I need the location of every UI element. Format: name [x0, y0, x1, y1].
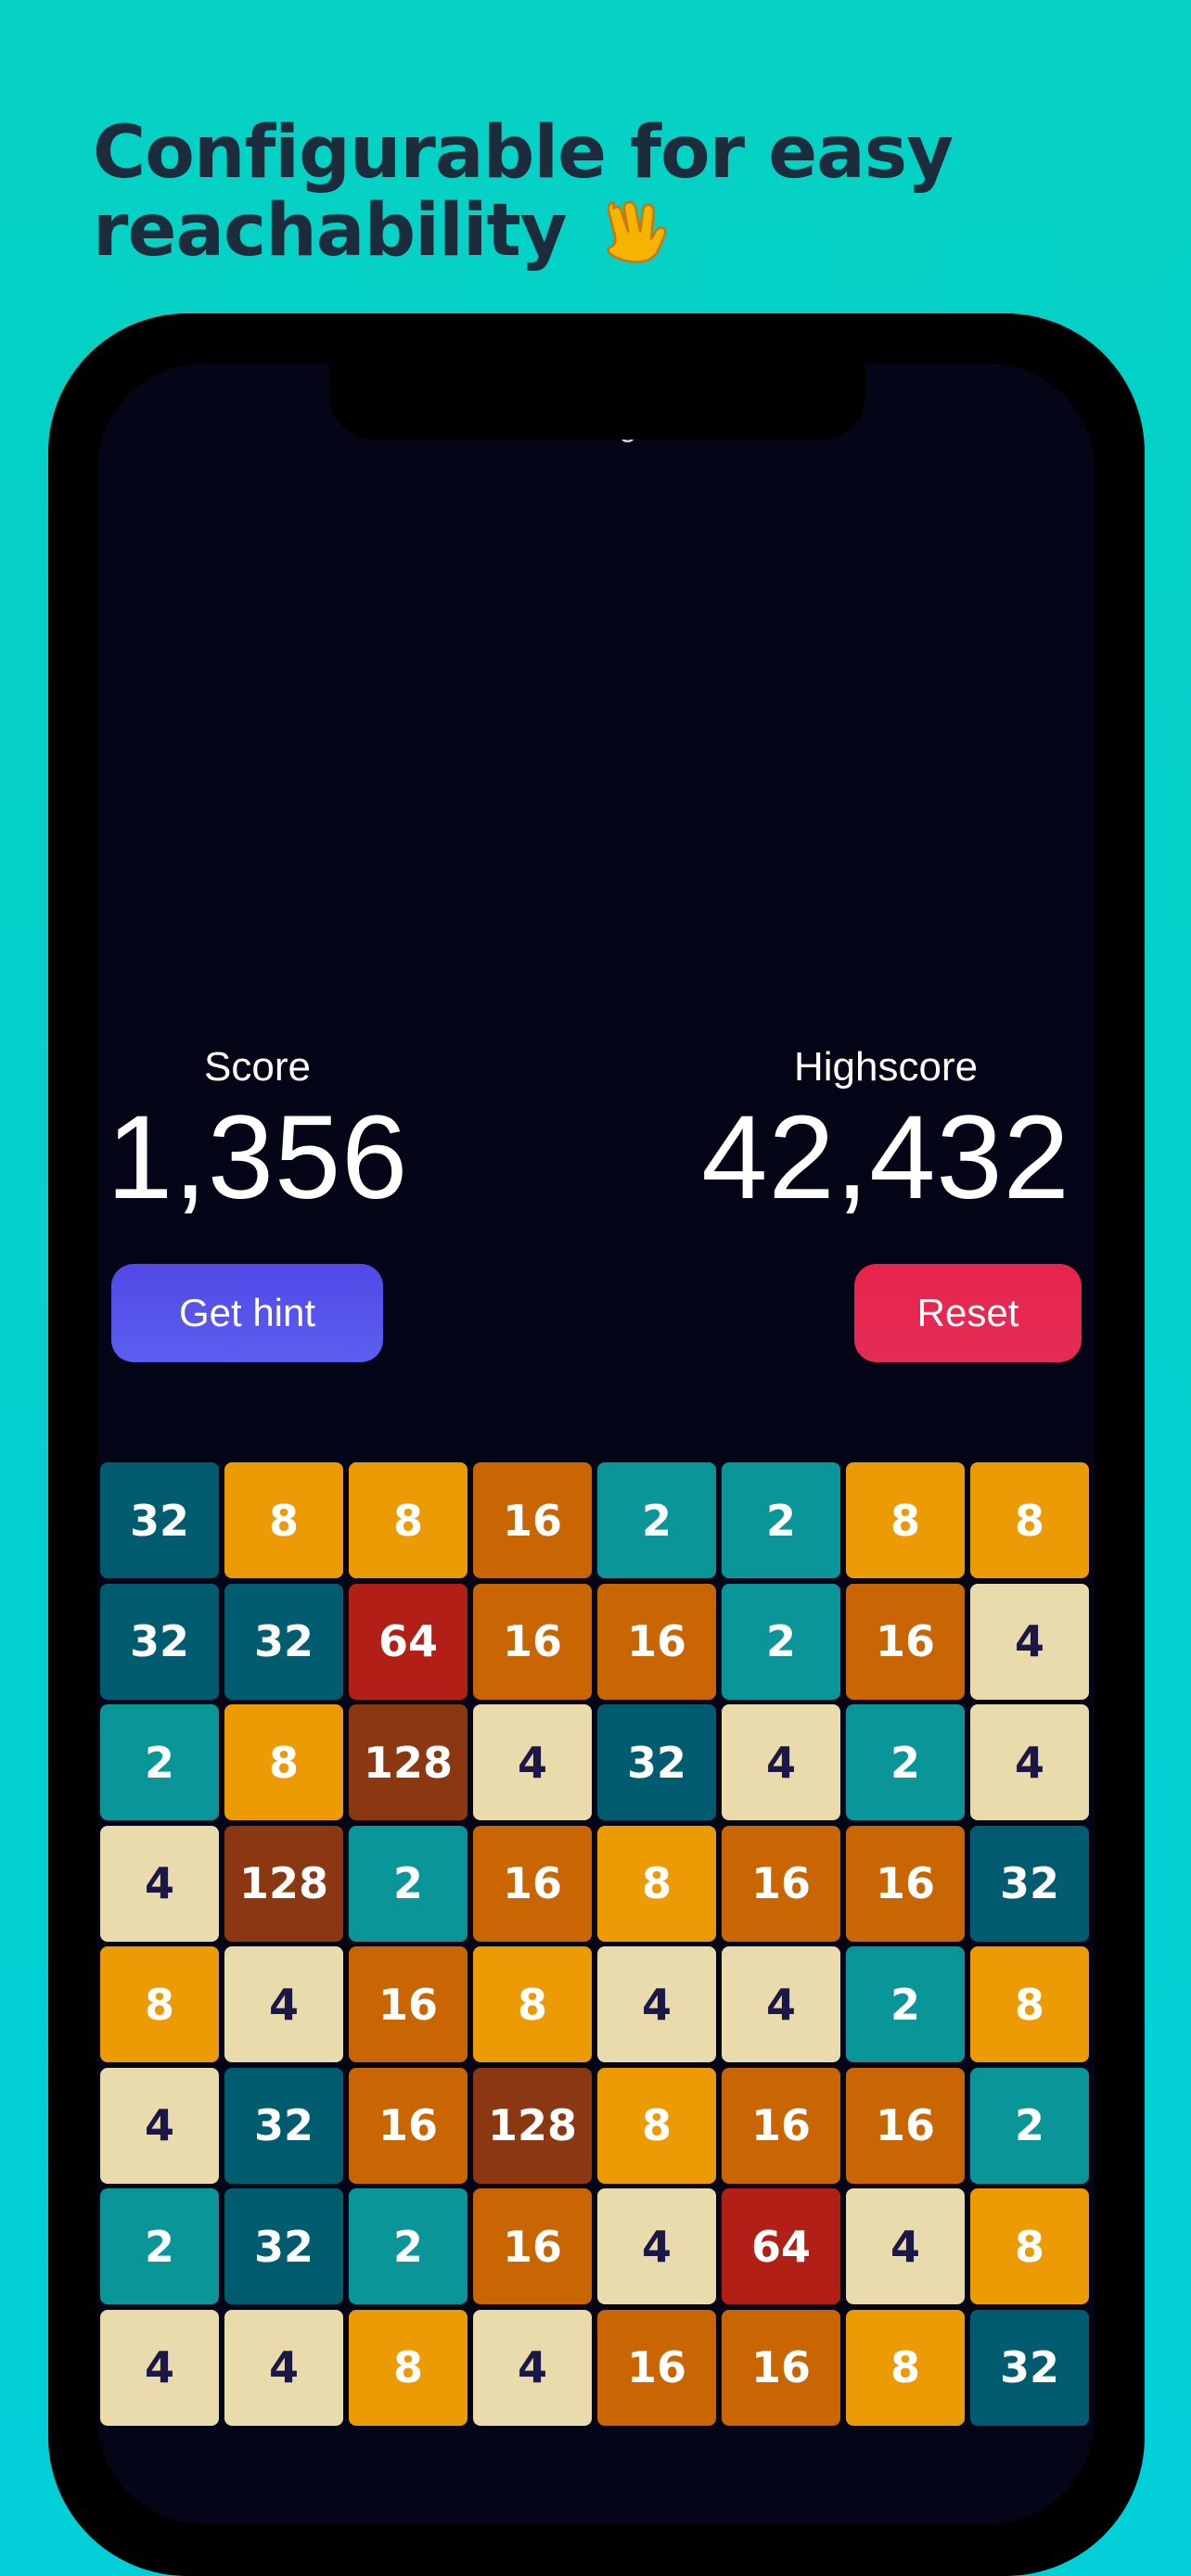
highscore-label: Highscore [793, 1044, 979, 1090]
tile-r3-c7: 2 [846, 1704, 965, 1820]
tile-r2-c6: 2 [722, 1583, 840, 1700]
tile-r4-c2: 128 [224, 1825, 343, 1942]
tile-r3-c5: 32 [597, 1704, 716, 1820]
tile-r6-c6: 16 [722, 2067, 840, 2184]
headline-line-1: Configurable for easy [93, 111, 954, 195]
tile-r8-c5: 16 [597, 2309, 716, 2426]
reset-button[interactable]: Reset [854, 1264, 1082, 1362]
tile-r1-c2: 8 [224, 1462, 343, 1578]
headline-line-2-text: reachability [93, 189, 568, 273]
highscore-value: 42,432 [701, 1091, 1070, 1224]
tile-r8-c3: 8 [349, 2309, 467, 2426]
tile-r5-c1: 8 [100, 1946, 219, 2062]
tile-r4-c4: 16 [473, 1825, 592, 1942]
tile-r4-c6: 16 [722, 1825, 840, 1942]
tile-r3-c1: 2 [100, 1704, 219, 1820]
tile-r7-c4: 16 [473, 2188, 592, 2304]
tile-r4-c7: 16 [846, 1825, 965, 1942]
tile-r7-c3: 2 [349, 2188, 467, 2304]
score-value: 1,356 [107, 1091, 409, 1224]
highscore-panel: Highscore 42,432 [691, 1044, 1081, 1218]
score-label: Score [204, 1044, 311, 1090]
tile-r7-c6: 64 [722, 2188, 840, 2304]
tile-r2-c2: 32 [224, 1583, 343, 1700]
tile-r4-c3: 2 [349, 1825, 467, 1942]
tile-r8-c7: 8 [846, 2309, 965, 2426]
vulcan-salute-icon [607, 200, 667, 263]
tile-r3-c4: 4 [473, 1704, 592, 1820]
tile-r3-c3: 128 [349, 1704, 467, 1820]
phone-notch [329, 363, 865, 440]
tile-r6-c4: 128 [473, 2067, 592, 2184]
tile-r8-c6: 16 [722, 2309, 840, 2426]
get-hint-button[interactable]: Get hint [111, 1264, 383, 1362]
tile-r6-c3: 16 [349, 2067, 467, 2184]
tile-r3-c6: 4 [722, 1704, 840, 1820]
tile-r8-c4: 4 [473, 2309, 592, 2426]
tile-r6-c1: 4 [100, 2067, 219, 2184]
tile-r1-c1: 32 [100, 1462, 219, 1578]
headline-line-2: reachability [93, 190, 1113, 268]
tile-r6-c8: 2 [970, 2067, 1089, 2184]
tile-r5-c3: 16 [349, 1946, 467, 2062]
tile-r2-c5: 16 [597, 1583, 716, 1700]
tile-r5-c4: 8 [473, 1946, 592, 2062]
tile-r3-c2: 8 [224, 1704, 343, 1820]
tile-r6-c7: 16 [846, 2067, 965, 2184]
score-panel: Score 1,356 [107, 1044, 408, 1218]
tile-r3-c8: 4 [970, 1704, 1089, 1820]
tile-r2-c4: 16 [473, 1583, 592, 1700]
tile-r2-c3: 64 [349, 1583, 467, 1700]
tile-r7-c8: 8 [970, 2188, 1089, 2304]
promo-headline: Configurable for easy reachability [93, 116, 1113, 268]
tile-r1-c5: 2 [597, 1462, 716, 1578]
tile-r2-c7: 16 [846, 1583, 965, 1700]
tile-r5-c7: 2 [846, 1946, 965, 2062]
tile-r8-c8: 32 [970, 2309, 1089, 2426]
tile-r4-c8: 32 [970, 1825, 1089, 1942]
tile-r5-c6: 4 [722, 1946, 840, 2062]
tile-r7-c1: 2 [100, 2188, 219, 2304]
tile-r7-c7: 4 [846, 2188, 965, 2304]
tile-r1-c7: 8 [846, 1462, 965, 1578]
tile-r6-c2: 32 [224, 2067, 343, 2184]
tile-r1-c6: 2 [722, 1462, 840, 1578]
tile-r6-c5: 8 [597, 2067, 716, 2184]
tile-r5-c8: 8 [970, 1946, 1089, 2062]
tile-r8-c1: 4 [100, 2309, 219, 2426]
tile-r7-c2: 32 [224, 2188, 343, 2304]
tile-r1-c8: 8 [970, 1462, 1089, 1578]
tile-r2-c8: 4 [970, 1583, 1089, 1700]
tile-r4-c1: 4 [100, 1825, 219, 1942]
tile-r5-c5: 4 [597, 1946, 716, 2062]
tile-r4-c5: 8 [597, 1825, 716, 1942]
tile-r1-c4: 16 [473, 1462, 592, 1578]
tile-r8-c2: 4 [224, 2309, 343, 2426]
tile-r5-c2: 4 [224, 1946, 343, 2062]
game-board[interactable]: 32 8 8 16 2 2 8 8 32 32 64 16 16 2 16 4 2 8 128 4 32 4 2 4 4 128 2… [100, 1462, 1093, 2427]
tile-r7-c5: 4 [597, 2188, 716, 2304]
tile-r2-c1: 32 [100, 1583, 219, 1700]
tile-r1-c3: 8 [349, 1462, 467, 1578]
